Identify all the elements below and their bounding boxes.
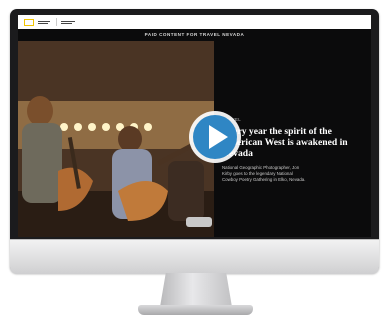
- section-title: PAID CONTENT FOR TRAVEL NEVADA: [144, 32, 245, 37]
- publisher-wordmark: [38, 20, 50, 24]
- article-dek: National Geographic Photographer, Jon Ki…: [222, 165, 306, 182]
- hero-photo[interactable]: [18, 41, 214, 237]
- site-header: [18, 15, 371, 29]
- screen: PAID CONTENT FOR TRAVEL NEVADA TRAVEL: [18, 15, 371, 237]
- monitor-base: [138, 305, 253, 315]
- musicians-photo: [18, 41, 214, 237]
- monitor-chin: [10, 239, 379, 274]
- monitor-stand: [160, 273, 232, 307]
- play-button[interactable]: [186, 108, 244, 166]
- partner-wordmark: [61, 20, 75, 24]
- publisher-logo[interactable]: [24, 18, 34, 26]
- play-icon: [189, 111, 241, 163]
- section-banner: PAID CONTENT FOR TRAVEL NEVADA: [18, 29, 371, 41]
